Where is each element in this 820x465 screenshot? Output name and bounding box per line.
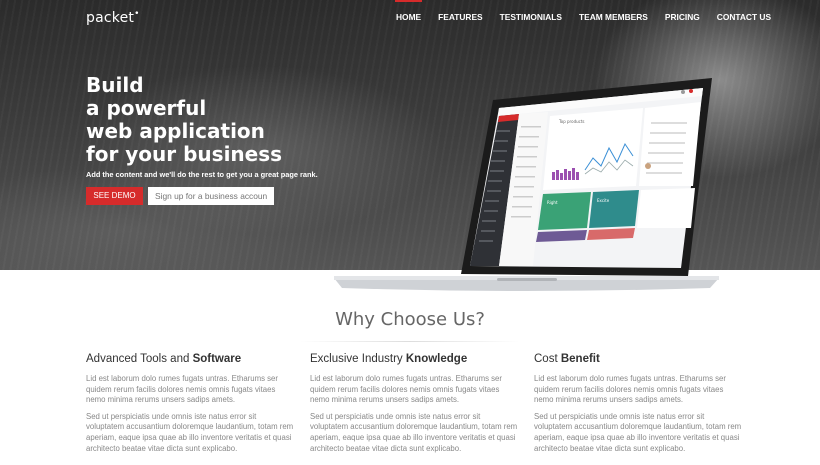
feature-title-bold: Software [192, 353, 242, 365]
feature-title: Advanced Tools and Software [86, 353, 296, 365]
feature-title: Cost Benefit [534, 353, 744, 365]
business-signup-input[interactable] [148, 187, 274, 205]
feature-paragraph: Sed ut perspiciatis unde omnis iste natu… [86, 411, 294, 453]
main-nav: HOME FEATURES TESTIMONIALS TEAM MEMBERS … [388, 0, 780, 34]
feature-title-bold: Knowledge [405, 353, 468, 365]
feature-column-knowledge: Exclusive Industry Knowledge Lid est lab… [310, 353, 520, 460]
hero-subtitle: Add the content and we'll do the rest to… [86, 170, 318, 179]
laptop-mockup: Top products Right Excite [334, 78, 719, 293]
feature-column-tools: Advanced Tools and Software Lid est labo… [86, 353, 296, 460]
nav-features[interactable]: FEATURES [430, 0, 491, 34]
feature-column-cost: Cost Benefit Lid est laborum dolo rumes … [534, 353, 744, 460]
feature-paragraph: Sed ut perspiciatis unde omnis iste natu… [310, 411, 518, 453]
feature-paragraph: Sed ut perspiciatis unde omnis iste natu… [534, 411, 742, 453]
brand-logo[interactable]: packet• [86, 9, 140, 26]
feature-title-plain: Advanced Tools and [86, 353, 193, 365]
logo-text: packet [86, 10, 135, 26]
feature-title-plain: Cost [534, 353, 561, 365]
hero-title-line: for your business [86, 142, 283, 166]
laptop-illustration: Top products Right Excite [334, 78, 719, 291]
laptop-tile-right-label: Excite [597, 198, 610, 203]
laptop-tile-left-label: Right [547, 200, 558, 205]
feature-title-plain: Exclusive Industry [310, 353, 406, 365]
hero-title-line: a powerful [86, 96, 207, 120]
nav-contact-us[interactable]: CONTACT US [709, 0, 779, 34]
feature-paragraph: Lid est laborum dolo rumes fugats untras… [534, 374, 726, 405]
feature-title: Exclusive Industry Knowledge [310, 353, 520, 365]
logo-mark: • [134, 9, 140, 19]
section-divider [300, 341, 520, 342]
section-title: Why Choose Us? [335, 309, 485, 330]
hero-title-line: Build [86, 73, 144, 97]
laptop-chart-title: Top products [558, 119, 585, 124]
feature-paragraph: Lid est laborum dolo rumes fugats untras… [86, 374, 278, 405]
feature-paragraph: Lid est laborum dolo rumes fugats untras… [310, 374, 502, 405]
nav-pricing[interactable]: PRICING [657, 0, 708, 34]
nav-team-members[interactable]: TEAM MEMBERS [571, 0, 656, 34]
hero-title: Build a powerful web application for you… [86, 74, 346, 166]
feature-title-bold: Benefit [560, 353, 600, 365]
nav-testimonials[interactable]: TESTIMONIALS [492, 0, 570, 34]
nav-home[interactable]: HOME [388, 0, 429, 34]
hero-title-line: web application [86, 119, 265, 143]
see-demo-button[interactable]: SEE DEMO [86, 187, 143, 205]
